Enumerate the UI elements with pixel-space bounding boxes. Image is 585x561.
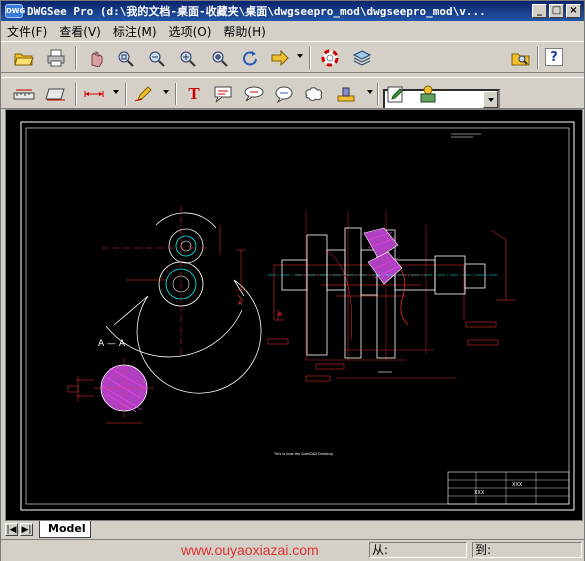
zoom-in-icon[interactable] (177, 48, 199, 68)
watermark-text: www.ouyaoxiazai.com (181, 542, 319, 558)
tab-scroll-left-button[interactable]: |◀ (5, 523, 18, 536)
status-from: 从: (369, 542, 467, 558)
maximize-button[interactable]: □ (549, 4, 564, 18)
menu-markup[interactable]: 标注(M) (107, 23, 163, 40)
menu-help[interactable]: 帮助(H) (217, 23, 271, 40)
section-label: A — A (98, 339, 126, 349)
stamp-icon[interactable] (335, 84, 357, 104)
crankshaft-front-view: A (267, 210, 516, 382)
chevron-down-icon[interactable] (163, 90, 169, 94)
next-arrow-icon[interactable] (269, 48, 291, 68)
menu-options[interactable]: 选项(O) (163, 23, 218, 40)
title-block: XXX XXX (447, 471, 570, 505)
tab-model[interactable]: Model (39, 521, 91, 538)
area-measure-icon[interactable] (45, 84, 67, 104)
text-tool-icon[interactable]: T (183, 84, 205, 104)
edit-markup-icon[interactable] (385, 84, 407, 104)
tab-scroll-right-button[interactable]: ▶| (20, 523, 33, 536)
menu-file[interactable]: 文件(F) (1, 23, 53, 40)
toolbar-separator (75, 83, 77, 105)
app-window: DWG DWGSee Pro (d:\我的文档-桌面-收藏夹\桌面\dwgsee… (0, 0, 585, 561)
measure-icon[interactable] (13, 84, 35, 104)
status-to: 到: (472, 542, 582, 558)
markup-manager-icon[interactable] (417, 84, 439, 104)
title-bar[interactable]: DWG DWGSee Pro (d:\我的文档-桌面-收藏夹\桌面\dwgsee… (1, 1, 584, 21)
dimension-icon[interactable] (83, 84, 105, 104)
menu-view[interactable]: 查看(V) (53, 23, 107, 40)
minimize-button[interactable]: _ (532, 4, 547, 18)
markup-toolbar: T (1, 77, 584, 109)
cad-drawing: XXX XXX A A — A A This is how the AutoCA… (20, 121, 575, 511)
lifebuoy-icon[interactable] (319, 48, 341, 68)
status-bar: www.ouyaoxiazai.com 从: 到: (1, 539, 584, 561)
close-button[interactable]: × (566, 4, 581, 18)
pan-icon[interactable] (85, 48, 107, 68)
zoom-window-icon[interactable] (115, 48, 137, 68)
main-toolbar: ? (1, 41, 584, 110)
browse-folder-icon[interactable] (510, 48, 532, 68)
toolbar-separator (75, 47, 77, 69)
title-block-cell: XXX (474, 490, 485, 496)
svg-text:A: A (238, 300, 243, 307)
open-folder-icon[interactable] (13, 48, 35, 68)
zoom-extents-icon[interactable] (209, 48, 231, 68)
cloud-callout-icon[interactable] (243, 84, 265, 104)
app-logo: DWG (5, 4, 25, 18)
section-a-a (67, 358, 154, 424)
toolbar-separator (309, 47, 311, 69)
toolbar-separator (175, 83, 177, 105)
note-callout-icon[interactable] (213, 84, 235, 104)
drawing-viewport[interactable]: XXX XXX A A — A A This is how the AutoCA… (5, 109, 583, 521)
window-title: DWGSee Pro (d:\我的文档-桌面-收藏夹\桌面\dwgseepro_… (27, 5, 486, 18)
layout-tab-bar: |◀ ▶| Model (1, 521, 584, 539)
title-block-cell: XXX (512, 482, 523, 488)
help-icon[interactable]: ? (545, 48, 563, 66)
toolbar-separator (377, 83, 379, 105)
print-icon[interactable] (45, 48, 67, 68)
chevron-down-icon[interactable] (113, 90, 119, 94)
svg-text:A: A (278, 311, 283, 318)
menu-bar: 文件(F) 查看(V) 标注(M) 选项(O) 帮助(H) (1, 21, 584, 41)
drawing-note: This is how the AutoCAD Drawing (273, 452, 333, 456)
toolbar-separator (125, 83, 127, 105)
layers-icon[interactable] (351, 48, 373, 68)
chevron-down-icon[interactable] (367, 90, 373, 94)
window-controls: _ □ × (532, 4, 581, 18)
chevron-down-icon[interactable] (297, 54, 303, 58)
toolbar-separator (537, 47, 539, 69)
revision-cloud-icon[interactable] (303, 84, 325, 104)
rotate-icon[interactable] (239, 48, 261, 68)
bubble-callout-icon[interactable] (273, 84, 295, 104)
zoom-out-icon[interactable] (146, 48, 168, 68)
pen-icon[interactable] (133, 84, 155, 104)
